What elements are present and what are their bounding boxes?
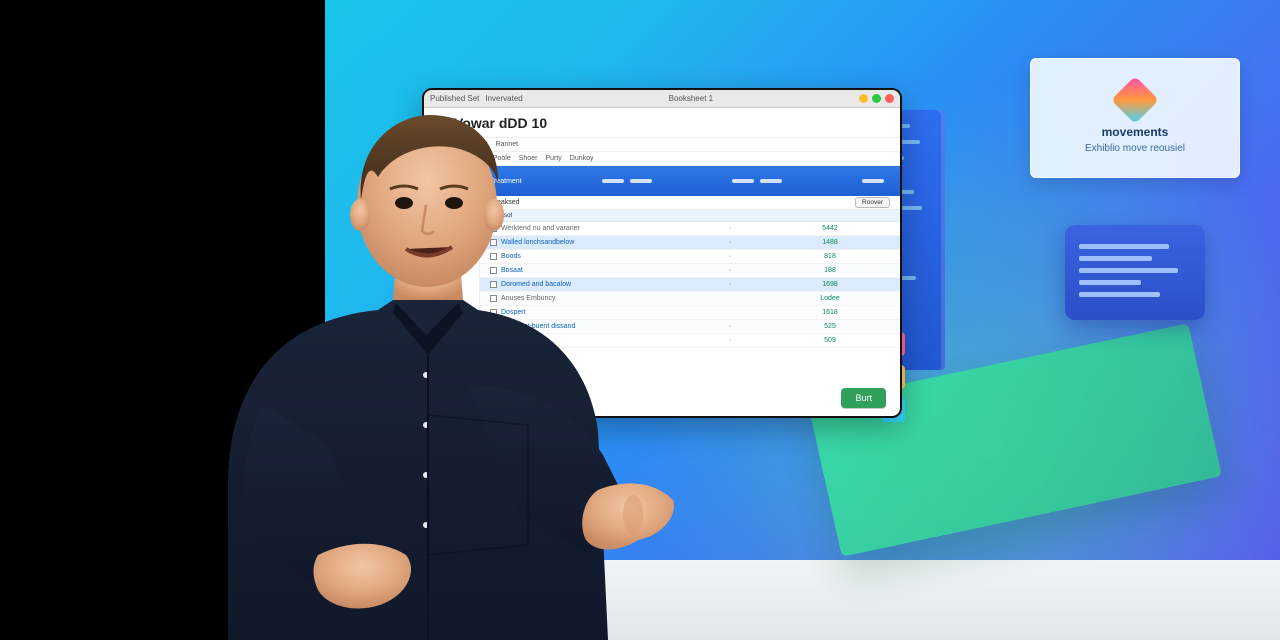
stage: movements Exhiblio move reousiel Publish… [0,0,1280,640]
row-mid: · [690,337,770,344]
promo-subtitle: Exhiblio move reousiel [1085,143,1185,154]
row-value: 1618 [770,309,890,316]
subhead-pill[interactable]: Roover [855,197,890,208]
window-maximize-icon[interactable] [872,94,881,103]
promo-card: movements Exhiblio move reousiel [1030,58,1240,178]
primary-action-button[interactable]: Burt [841,388,886,408]
row-mid: · [690,281,770,288]
row-mid: · [690,267,770,274]
row-value: 1698 [770,281,890,288]
row-mid: · [690,225,770,232]
row-value: 188 [770,267,890,274]
row-value: 509 [770,337,890,344]
row-value: 525 [770,323,890,330]
row-value: 1488 [770,239,890,246]
code-card [1065,225,1205,320]
row-mid: · [690,323,770,330]
row-value: 5442 [770,225,890,232]
window-minimize-icon[interactable] [859,94,868,103]
row-mid: · [690,239,770,246]
gem-icon [1111,75,1159,123]
row-value: 818 [770,253,890,260]
promo-title: movements [1102,125,1169,139]
row-value: Lodee [770,295,890,302]
row-mid: · [690,253,770,260]
presenter [168,85,688,640]
window-close-icon[interactable] [885,94,894,103]
